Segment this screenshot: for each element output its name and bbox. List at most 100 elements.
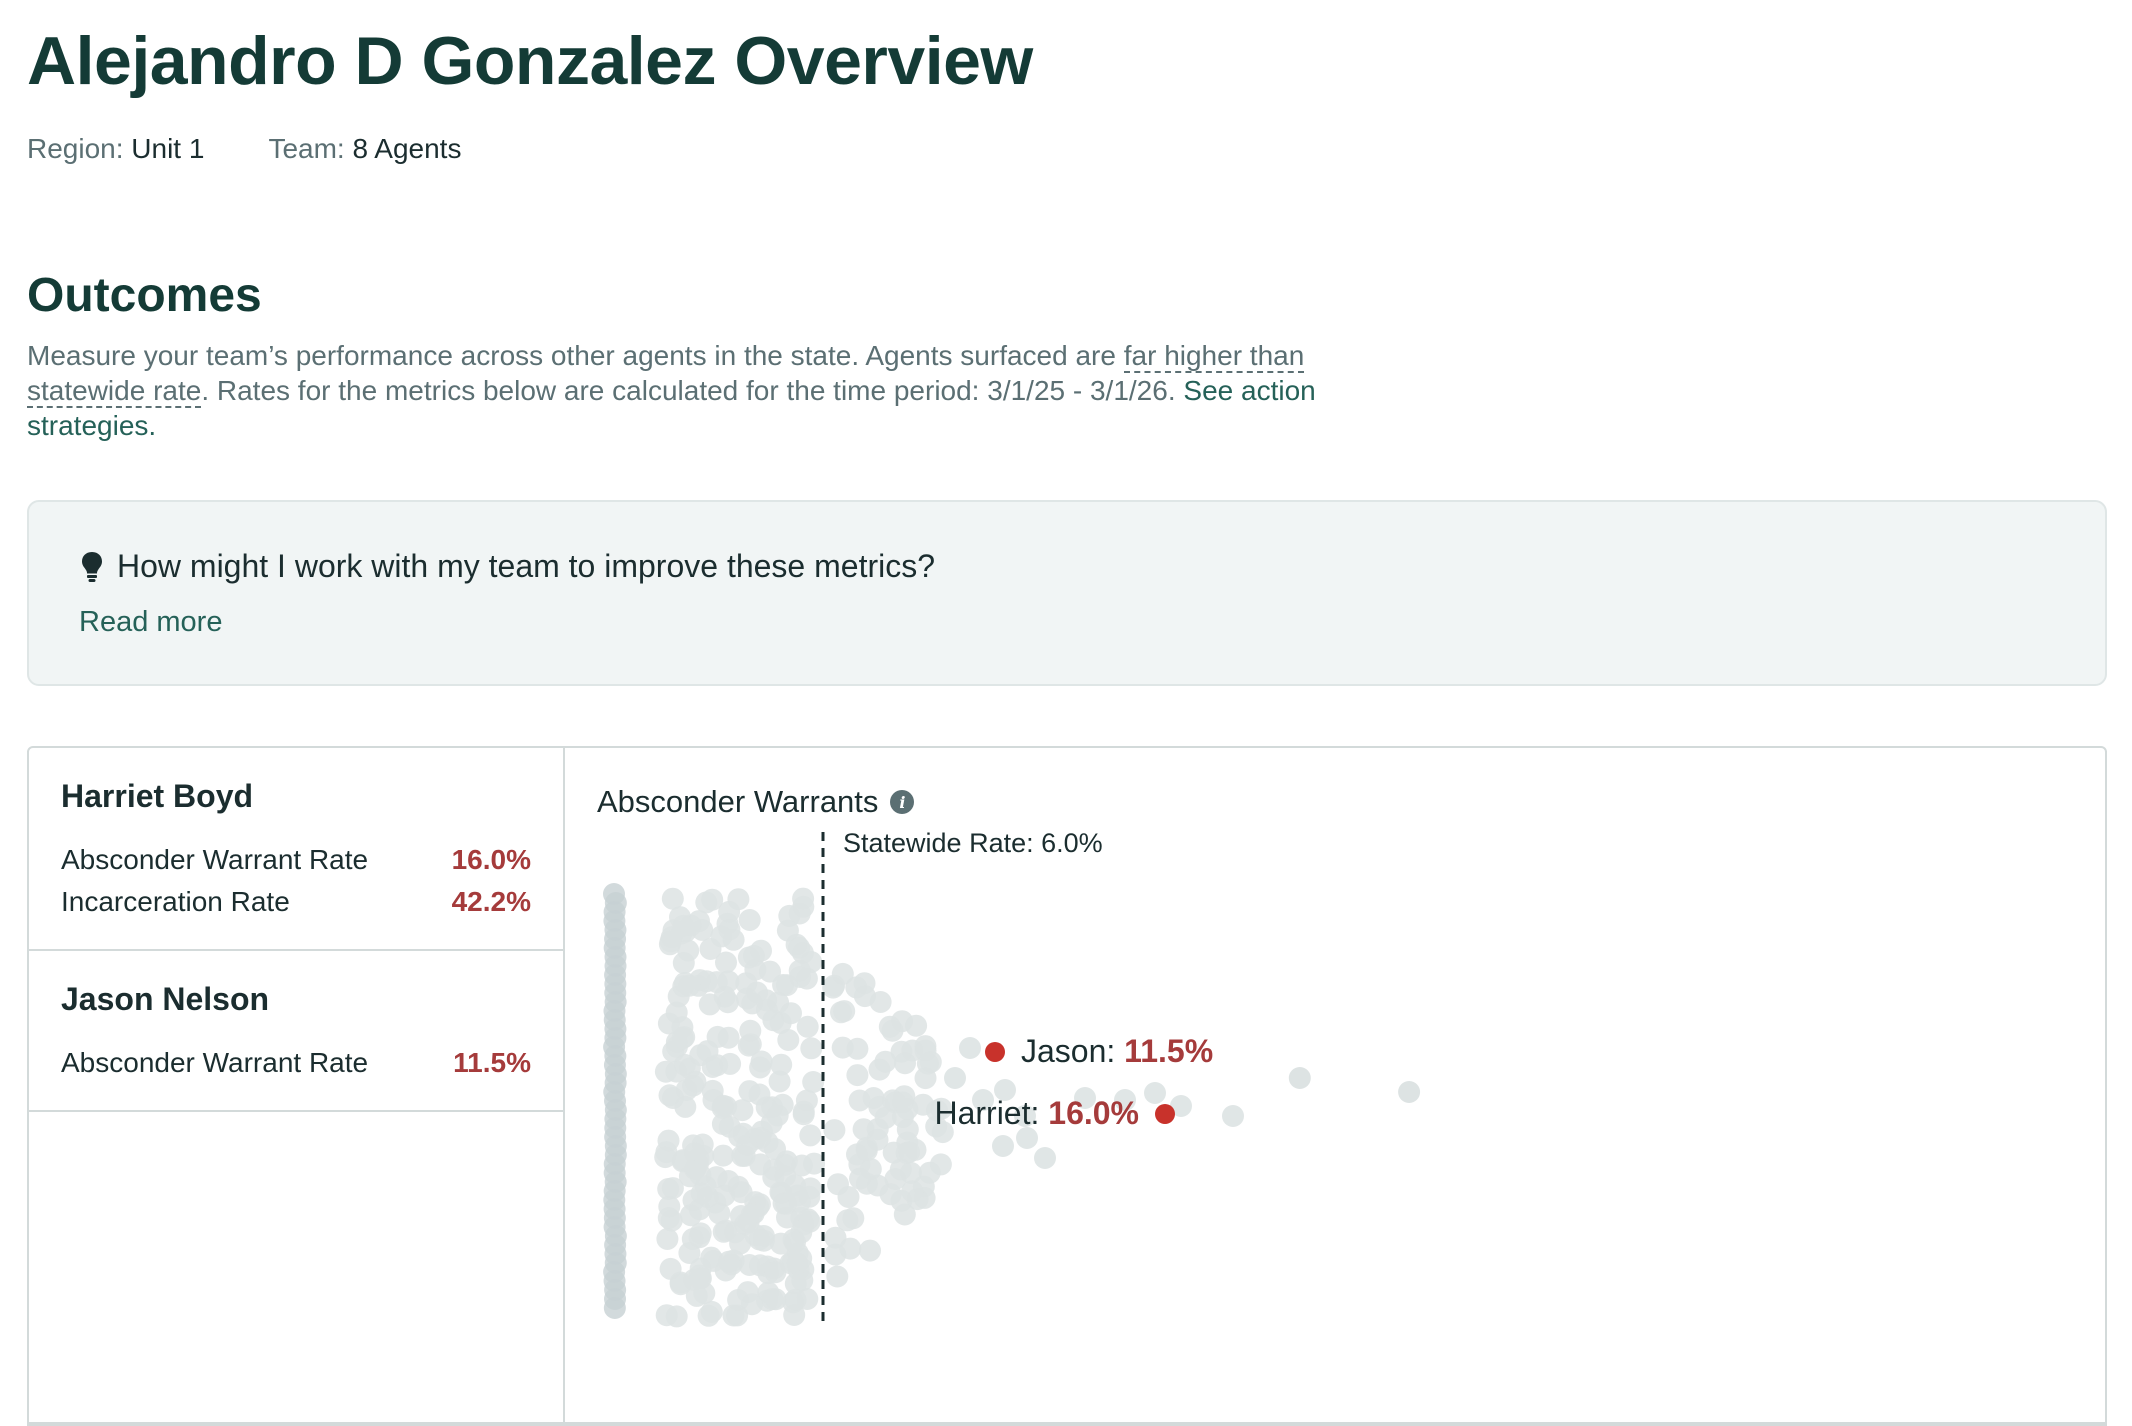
agent-dot (1034, 1147, 1056, 1169)
desc-text-1: Measure your team’s performance across o… (27, 340, 1124, 371)
statewide-rate-label: Statewide Rate: 6.0% (843, 828, 1103, 858)
outcomes-heading: Outcomes (27, 269, 262, 322)
highlight-value: 16.0% (1048, 1095, 1139, 1131)
agent-dot (784, 1288, 807, 1311)
agent-dot (792, 1100, 815, 1123)
agent-dot (849, 1167, 871, 1190)
jason-highlight-label: Jason: 11.5% (1021, 1033, 1213, 1069)
agent-dot (831, 1036, 854, 1059)
agent-dot (706, 1025, 729, 1048)
agent-dot (671, 1027, 694, 1050)
agent-dot (878, 1015, 901, 1038)
region-value: Unit 1 (131, 133, 205, 164)
outlier-dot (1288, 1067, 1311, 1089)
agent-dot (918, 1161, 941, 1184)
agent-dot (896, 1098, 919, 1121)
highlight-value: 11.5% (1124, 1033, 1213, 1069)
agent-name: Jason Nelson (61, 981, 270, 1017)
agent-dot (859, 1239, 881, 1262)
agent-list: Harriet Boyd Absconder Warrant Rate 16.0… (29, 748, 565, 1424)
agent-card-jason[interactable]: Jason Nelson Absconder Warrant Rate 11.5… (29, 951, 563, 1112)
agent-dot (944, 1067, 966, 1089)
overview-meta: Region: Unit 1 Team: 8 Agents (27, 133, 461, 165)
team-info: Team: 8 Agents (268, 133, 461, 165)
agent-dot (711, 1096, 734, 1119)
agent-dot (678, 974, 701, 997)
metric-label: Absconder Warrant Rate (61, 844, 369, 875)
agent-dot (698, 993, 721, 1016)
agent-dot (662, 1087, 684, 1109)
panel-divider (29, 1422, 2105, 1424)
metric-value: 42.2% (451, 886, 531, 917)
agent-dot (992, 1135, 1014, 1157)
improvement-callout: How might I work with my team to improve… (27, 500, 2107, 686)
agent-dot (799, 1124, 822, 1147)
agent-dot (738, 1080, 761, 1103)
page-title: Alejandro D Gonzalez Overview (27, 23, 1033, 99)
agent-dot (655, 1304, 678, 1327)
agent-dot (712, 1144, 735, 1167)
agent-dot (768, 1070, 791, 1093)
agent-dot (657, 1129, 680, 1152)
agent-dot (699, 938, 722, 960)
swarm-chart: Statewide Rate: 6.0% Jason: 11.5% Harriet:… (603, 828, 1421, 1328)
agent-dot (764, 1261, 787, 1284)
agent-dot (778, 904, 801, 927)
metric-row: Incarceration Rate 42.2% (61, 881, 531, 923)
outlier-dot (1398, 1081, 1421, 1103)
desc-text-2: . Rates for the metrics below are calcul… (201, 375, 1184, 406)
lightbulb-icon (82, 551, 102, 582)
agent-dot (802, 1071, 825, 1093)
metric-row: Absconder Warrant Rate 16.0% (61, 839, 531, 881)
agent-dot (833, 1000, 856, 1023)
agent-dot (761, 1288, 784, 1311)
read-more-link[interactable]: Read more (79, 606, 222, 639)
harriet-highlight-label: Harriet: 16.0% (934, 1095, 1139, 1131)
agent-dot (831, 962, 854, 985)
agent-dot (669, 1273, 692, 1296)
agent-dot (771, 1093, 794, 1116)
agent-dot (722, 928, 745, 951)
agent-dot (734, 1213, 757, 1236)
agent-dot (730, 1181, 753, 1204)
agent-dot (679, 1204, 702, 1227)
agent-dot (654, 1060, 677, 1083)
agent-dot (784, 1231, 806, 1254)
agent-dot (750, 939, 772, 962)
agent-dot (731, 1144, 754, 1167)
agent-dot (706, 1054, 729, 1077)
agent-dot (684, 1070, 707, 1093)
agent-dot (656, 1228, 679, 1250)
agent-dot (823, 1119, 846, 1142)
agent-dot (775, 1150, 798, 1173)
agent-dot (866, 1118, 889, 1141)
agent-dot (959, 1037, 981, 1059)
region-info: Region: Unit 1 (27, 133, 204, 165)
agent-dot (788, 1190, 811, 1213)
swarm-chart-area: Absconder Warrants i Statewide Rate: 6.0… (565, 748, 2105, 1424)
agent-dot (756, 1131, 779, 1154)
metric-value: 11.5% (453, 1047, 531, 1078)
agent-card-harriet[interactable]: Harriet Boyd Absconder Warrant Rate 16.0… (29, 748, 563, 951)
swarm-dots (603, 883, 1421, 1328)
agent-dot (693, 1282, 716, 1305)
agent-dot (752, 1229, 775, 1252)
agent-dot (739, 1019, 762, 1042)
metric-value: 16.0% (451, 844, 531, 875)
jason-highlight-dot[interactable] (985, 1042, 1005, 1062)
agent-dot (792, 887, 815, 910)
agent-name: Harriet Boyd (61, 778, 254, 814)
callout-question-text: How might I work with my team to improve… (117, 548, 936, 584)
team-label: Team: (268, 133, 345, 164)
agent-dot (661, 887, 684, 910)
agent-dot (659, 930, 682, 953)
agent-dot (718, 900, 741, 923)
agent-dot (800, 1037, 823, 1060)
agent-dot (824, 1243, 847, 1266)
agent-dot (700, 1246, 723, 1269)
metrics-panel: Harriet Boyd Absconder Warrant Rate 16.0… (27, 746, 2107, 1426)
agent-dot (741, 1293, 763, 1316)
harriet-highlight-dot[interactable] (1155, 1104, 1175, 1124)
agent-dot (661, 1177, 684, 1200)
agent-dot (836, 1209, 859, 1232)
